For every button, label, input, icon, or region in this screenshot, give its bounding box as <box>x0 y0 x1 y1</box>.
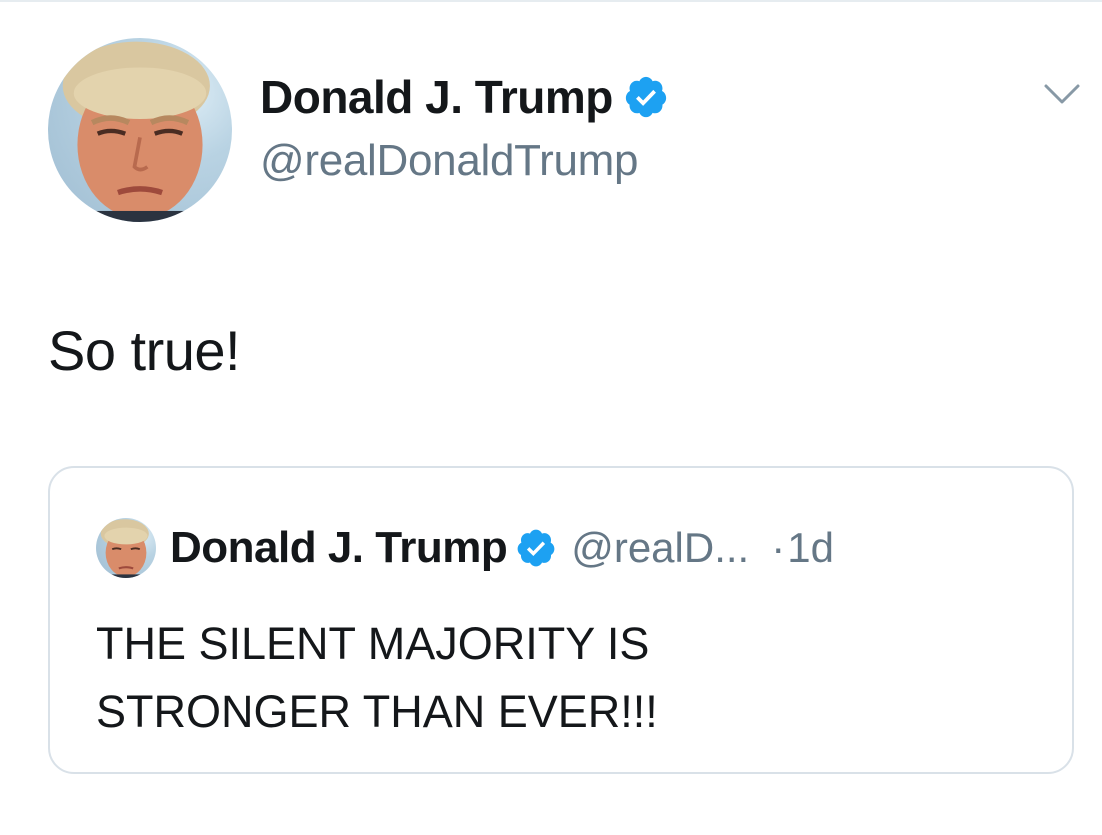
verified-badge-icon <box>515 527 557 569</box>
author-name-row: Donald J. Trump <box>260 70 669 124</box>
top-divider <box>0 0 1102 2</box>
quoted-tweet-text-line: STRONGER THAN EVER!!! <box>96 686 658 737</box>
quoted-tweet-timestamp[interactable]: 1d <box>787 524 834 572</box>
quoted-tweet-header: Donald J. Trump @realD... · 1d <box>96 518 834 578</box>
quoted-tweet-card[interactable]: Donald J. Trump @realD... · 1d THE SILEN… <box>48 466 1074 774</box>
tweet-text: So true! <box>48 319 241 382</box>
verified-badge-icon <box>623 74 669 120</box>
quoted-author-display-name[interactable]: Donald J. Trump <box>170 523 508 573</box>
quoted-tweet-text: THE SILENT MAJORITY IS STRONGER THAN EVE… <box>96 610 996 746</box>
author-avatar[interactable] <box>48 38 232 222</box>
quoted-tweet-text-line: THE SILENT MAJORITY IS <box>96 618 650 669</box>
author-display-name[interactable]: Donald J. Trump <box>260 70 613 124</box>
chevron-down-icon[interactable] <box>1043 82 1081 108</box>
profile-photo-icon <box>100 519 150 578</box>
profile-photo-icon <box>62 41 214 222</box>
quoted-author-avatar[interactable] <box>96 518 156 578</box>
author-handle[interactable]: @realDonaldTrump <box>260 136 638 186</box>
quoted-author-handle[interactable]: @realD... <box>571 524 749 572</box>
separator-dot: · <box>771 524 786 571</box>
